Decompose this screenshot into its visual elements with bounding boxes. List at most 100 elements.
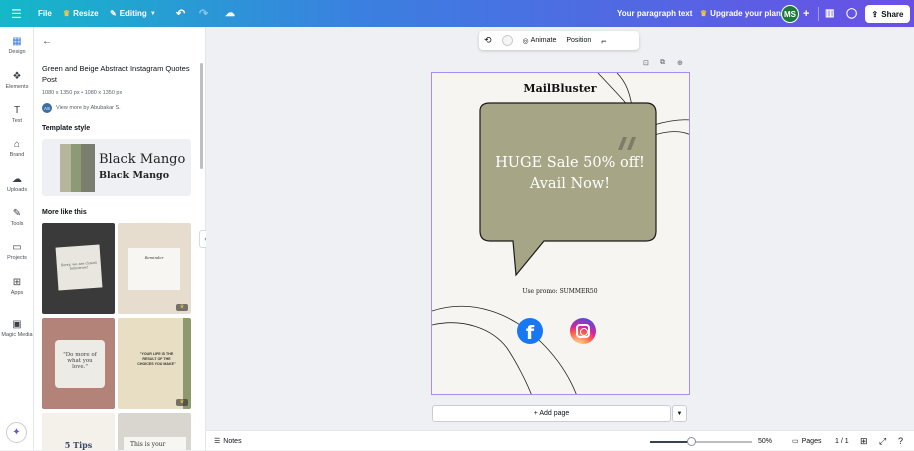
- grid-view-icon[interactable]: ⊞: [860, 431, 868, 451]
- rail-item-magic-media[interactable]: ▣ Magic Media: [0, 319, 34, 338]
- paint-format-icon[interactable]: ⌐: [596, 31, 611, 50]
- template-thumbnail[interactable]: "YOUR LIFE IS THE RESULT OF THE CHOICES …: [118, 318, 191, 409]
- template-style-heading: Template style: [42, 125, 91, 132]
- template-style-card[interactable]: Black Mango Black Mango: [42, 139, 191, 196]
- rail-item-elements[interactable]: ❖ Elements: [0, 71, 34, 90]
- chevron-down-icon: ▼: [676, 410, 683, 417]
- template-size: 1080 x 1350 px • 1080 x 1350 px: [42, 90, 123, 96]
- hamburger-menu-icon[interactable]: ☰: [11, 0, 22, 27]
- instagram-glyph: [576, 324, 590, 338]
- add-page-options-button[interactable]: ▼: [672, 405, 687, 422]
- replace-icon[interactable]: ⟲: [479, 31, 497, 50]
- rail-item-apps[interactable]: ⊞ Apps: [0, 277, 34, 296]
- thumbnail-note: Reminder: [128, 248, 180, 290]
- sale-headline[interactable]: HUGE Sale 50% off! Avail Now!: [480, 153, 660, 195]
- add-collaborator-icon[interactable]: +: [803, 0, 809, 27]
- magic-media-icon: ▣: [12, 319, 22, 330]
- premium-crown-icon: ♛: [176, 399, 188, 406]
- crown-icon: ♛: [63, 9, 71, 18]
- pages-icon: ▭: [792, 438, 799, 445]
- brand-icon: ⌂: [13, 139, 21, 150]
- author-avatar: AS: [42, 103, 52, 113]
- top-toolbar: ☰ File ♛ Resize ✎ Editing ▼ ↶ ↷ ☁ Your para…: [0, 0, 914, 27]
- toolbar-divider: [818, 7, 819, 21]
- notes-icon: ☰: [214, 438, 221, 445]
- style-swatch: [71, 144, 81, 192]
- rail-item-uploads[interactable]: ☁ Uploads: [0, 174, 34, 193]
- lock-icon[interactable]: ⊡: [643, 59, 649, 67]
- template-thumbnail[interactable]: Sorry, we are closed tomorrow!: [42, 223, 115, 314]
- uploads-icon: ☁: [12, 174, 22, 185]
- crown-icon: ♛: [700, 9, 708, 18]
- user-avatar[interactable]: MS: [781, 5, 799, 23]
- promo-code-text[interactable]: Use promo: SUMMER50: [432, 288, 688, 295]
- author-label: View more by Abubakar S.: [56, 105, 121, 111]
- add-page-icon[interactable]: ⊕: [677, 59, 683, 67]
- fullscreen-icon[interactable]: ⤢: [879, 431, 886, 451]
- editing-mode-button[interactable]: ✎ Editing ▼: [110, 0, 156, 27]
- brand-title[interactable]: MailBluster: [432, 82, 688, 95]
- design-page[interactable]: MailBluster HUGE Sale 50% off! Avail Now…: [431, 72, 690, 395]
- page-counter: 1 / 1: [835, 437, 849, 445]
- design-icon: ▦: [12, 36, 22, 47]
- thumbnail-note: Sorry, we are closed tomorrow!: [55, 244, 103, 291]
- pencil-icon: ✎: [110, 9, 117, 18]
- back-arrow-icon[interactable]: ←: [42, 36, 52, 47]
- apps-icon: ⊞: [12, 277, 22, 288]
- template-thumbnail[interactable]: "Do more of what you love.": [42, 318, 115, 409]
- panel-scrollbar[interactable]: [200, 63, 203, 169]
- rail-item-design[interactable]: ▦ Design: [0, 36, 34, 55]
- animate-icon: ◎: [522, 37, 529, 45]
- premium-crown-icon: ♛: [176, 304, 188, 311]
- zoom-slider-fill: [650, 441, 691, 443]
- thumbnail-quote: "Do more of what you love.": [55, 340, 105, 388]
- side-rail: ▦ Design ❖ Elements T Text ⌂ Brand ☁ Uploads …: [0, 27, 34, 450]
- upload-icon: ⇪: [871, 9, 879, 19]
- template-thumbnail[interactable]: 5 Tips: [42, 413, 115, 450]
- help-icon[interactable]: ?: [898, 431, 903, 451]
- undo-icon[interactable]: ↶: [176, 0, 185, 27]
- facebook-icon[interactable]: f: [517, 318, 543, 344]
- resize-button[interactable]: ♛ Resize: [63, 0, 99, 27]
- comment-icon[interactable]: ◯: [846, 0, 857, 27]
- rail-item-brand[interactable]: ⌂ Brand: [0, 139, 34, 158]
- upgrade-plan-button[interactable]: ♛ Upgrade your plan: [700, 0, 781, 27]
- style-swatch: [81, 144, 95, 192]
- animate-button[interactable]: ◎ Animate: [518, 31, 562, 50]
- cloud-saved-icon[interactable]: ☁: [225, 0, 235, 27]
- add-page-button[interactable]: + Add page: [432, 405, 671, 422]
- bottom-bar: ☰ Notes 50% ▭ Pages 1 / 1 ⊞ ⤢ ?: [206, 430, 914, 450]
- chevron-down-icon: ▼: [149, 10, 156, 17]
- color-swatch: [501, 35, 513, 46]
- template-thumbnail[interactable]: Reminder ♛: [118, 223, 191, 314]
- duplicate-page-icon[interactable]: ⧉: [660, 59, 665, 67]
- rail-item-projects[interactable]: ▭ Projects: [0, 242, 34, 261]
- notes-button[interactable]: ☰ Notes: [214, 431, 242, 451]
- zoom-slider[interactable]: [650, 437, 752, 446]
- thumbnail-quote: This is your: [124, 437, 186, 450]
- insights-chart-icon[interactable]: ▥: [825, 0, 834, 27]
- template-title: Green and Beige Abstract Instagram Quote…: [42, 64, 190, 84]
- tools-icon: ✎: [12, 208, 22, 219]
- more-like-this-heading: More like this: [42, 209, 87, 216]
- author-link[interactable]: AS View more by Abubakar S.: [42, 103, 121, 113]
- document-title[interactable]: Your paragraph text: [617, 0, 692, 27]
- floating-toolbar: ⟲ ◎ Animate Position ⌐: [479, 31, 639, 50]
- thumbnail-stripe: [183, 318, 191, 409]
- rail-item-tools[interactable]: ✎ Tools: [0, 208, 34, 227]
- instagram-icon[interactable]: [570, 318, 596, 344]
- text-icon: T: [13, 105, 21, 116]
- file-menu-button[interactable]: File: [38, 0, 52, 27]
- template-thumbnail[interactable]: This is your: [118, 413, 191, 450]
- zoom-slider-handle[interactable]: [686, 437, 696, 446]
- share-button[interactable]: ⇪ Share: [865, 5, 910, 23]
- redo-icon[interactable]: ↷: [199, 0, 208, 27]
- thumbnail-quote: "YOUR LIFE IS THE RESULT OF THE CHOICES …: [137, 352, 176, 366]
- zoom-level[interactable]: 50%: [758, 431, 772, 451]
- rail-item-text[interactable]: T Text: [0, 105, 34, 124]
- pages-button[interactable]: ▭ Pages: [792, 431, 821, 451]
- position-button[interactable]: Position: [561, 31, 596, 50]
- magic-assistant-icon[interactable]: ✦: [6, 422, 27, 443]
- style-font-large: Black Mango: [99, 152, 186, 167]
- color-swatch-button[interactable]: [497, 31, 518, 50]
